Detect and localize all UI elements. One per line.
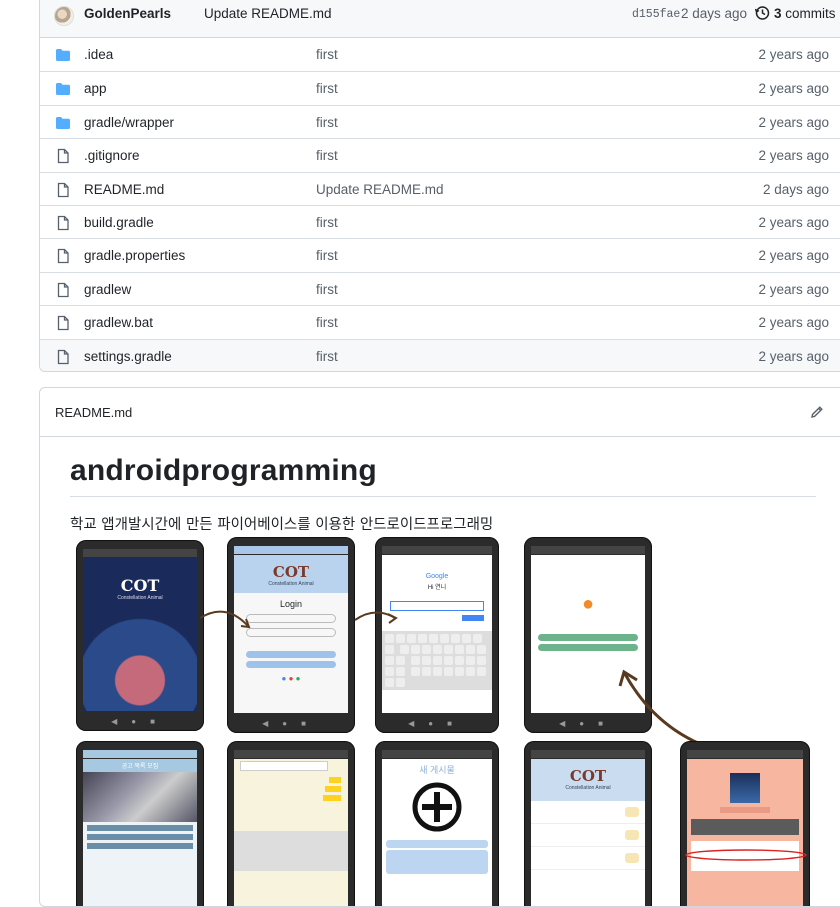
file-row[interactable]: .gitignore first 2 years ago xyxy=(40,138,840,171)
file-name[interactable]: .idea xyxy=(84,47,113,62)
file-icon xyxy=(55,315,71,331)
avatar[interactable] xyxy=(54,6,74,26)
file-row[interactable]: gradlew first 2 years ago xyxy=(40,271,840,305)
main-button-1[interactable] xyxy=(538,634,638,641)
google-next-button[interactable] xyxy=(462,615,484,621)
login-password-field[interactable] xyxy=(246,628,336,637)
folder-icon xyxy=(55,81,71,97)
file-name[interactable]: gradle/wrapper xyxy=(84,115,174,130)
file-commit-message[interactable]: first xyxy=(316,115,338,130)
file-commit-message[interactable]: first xyxy=(316,81,338,96)
commits-label: commits xyxy=(785,6,836,21)
screenshot-user-list: COT Constellation Animal xyxy=(524,741,652,906)
pencil-icon[interactable] xyxy=(809,404,825,420)
file-commit-message[interactable]: first xyxy=(316,349,338,364)
file-name[interactable]: app xyxy=(84,81,107,96)
screenshot-profile xyxy=(680,741,810,906)
user-list-app-name: Constellation Animal xyxy=(565,785,611,791)
file-name[interactable]: build.gradle xyxy=(84,215,154,230)
file-commit-message[interactable]: first xyxy=(316,315,338,330)
file-age: 2 years ago xyxy=(758,315,829,331)
file-row[interactable]: build.gradle first 2 years ago xyxy=(40,204,840,238)
user-list-logo: COT xyxy=(569,767,607,785)
readme-paragraph: 학교 앱개발시간에 만든 파이어베이스를 이용한 안드로이드프로그래밍 xyxy=(70,517,494,533)
commit-author[interactable]: GoldenPearls xyxy=(84,6,171,21)
splash-app-name: Constellation Animal xyxy=(117,595,163,601)
google-greeting: Hi 연니 xyxy=(427,585,447,591)
readme-header: README.md xyxy=(40,388,840,437)
commits-count: 3 xyxy=(774,6,782,21)
new-post-title: 새 게시물 xyxy=(419,765,455,775)
file-rows: .idea first 2 years ago app first 2 years ago… xyxy=(40,38,840,371)
file-row[interactable]: gradle/wrapper first 2 years ago xyxy=(40,104,840,138)
screenshot-new-post: 새 게시물 xyxy=(375,741,499,906)
file-name[interactable]: settings.gradle xyxy=(84,349,172,364)
login-email-field[interactable] xyxy=(246,614,336,623)
file-row[interactable]: .idea first 2 years ago xyxy=(40,38,840,71)
file-commit-message[interactable]: first xyxy=(316,47,338,62)
file-name[interactable]: README.md xyxy=(84,182,164,197)
file-row[interactable]: README.md Update README.md 2 days ago xyxy=(40,171,840,205)
file-age: 2 days ago xyxy=(762,181,829,197)
commit-message[interactable]: Update README.md xyxy=(204,6,332,21)
file-icon xyxy=(55,349,71,365)
history-icon[interactable] xyxy=(754,5,770,21)
readme-box: README.md androidprogramming 학교 앱개발시간에 만… xyxy=(39,387,840,907)
file-row[interactable]: settings.gradle first 2 years ago xyxy=(40,338,840,371)
google-label: Google xyxy=(425,573,449,580)
login-app-name: Constellation Animal xyxy=(268,581,314,587)
latest-commit-bar: GoldenPearls Update README.md d155fae 2 … xyxy=(40,0,840,38)
arrow-icon xyxy=(354,611,398,624)
commits-link[interactable]: 3 commits xyxy=(774,6,836,21)
login-logo: COT xyxy=(272,563,310,581)
file-commit-message[interactable]: first xyxy=(316,282,338,297)
file-name[interactable]: gradlew xyxy=(84,282,131,297)
file-age: 2 years ago xyxy=(758,214,829,230)
google-password-field[interactable] xyxy=(390,601,484,611)
file-list-box: GoldenPearls Update README.md d155fae 2 … xyxy=(39,0,840,372)
file-name[interactable]: gradle.properties xyxy=(84,248,185,263)
main-button-2[interactable] xyxy=(538,644,638,651)
file-icon xyxy=(55,282,71,298)
commit-time: 2 days ago xyxy=(681,6,748,21)
file-commit-message[interactable]: Update README.md xyxy=(316,182,444,197)
file-icon xyxy=(55,215,71,231)
file-commit-message[interactable]: first xyxy=(316,215,338,230)
file-age: 2 years ago xyxy=(758,81,829,97)
file-commit-message[interactable]: first xyxy=(316,248,338,263)
file-age: 2 years ago xyxy=(758,281,829,297)
file-name[interactable]: gradlew.bat xyxy=(84,315,153,330)
screenshot-board-list: 공고 목록 모집 xyxy=(76,741,204,906)
arrow-icon xyxy=(199,610,251,629)
login-button[interactable] xyxy=(246,651,336,658)
commit-sha[interactable]: d155fae xyxy=(632,8,680,21)
file-row[interactable]: app first 2 years ago xyxy=(40,71,840,104)
splash-logo: COT xyxy=(120,576,160,595)
readme-file-title[interactable]: README.md xyxy=(55,405,132,420)
board-top-title: 공고 목록 모집 xyxy=(83,759,197,772)
file-row[interactable]: gradlew.bat first 2 years ago xyxy=(40,305,840,338)
file-row[interactable]: gradle.properties first 2 years ago xyxy=(40,238,840,271)
file-age: 2 years ago xyxy=(758,148,829,164)
file-age: 2 years ago xyxy=(758,47,829,62)
folder-icon xyxy=(55,115,71,131)
screenshot-splash: COT Constellation Animal ◀●■ xyxy=(76,540,204,731)
folder-icon xyxy=(55,47,71,63)
file-age: 2 years ago xyxy=(758,348,829,364)
file-age: 2 years ago xyxy=(758,114,829,130)
plus-circle-icon[interactable] xyxy=(382,782,492,832)
file-age: 2 years ago xyxy=(758,248,829,264)
file-icon xyxy=(55,248,71,264)
screenshot-chat xyxy=(227,741,355,906)
keyboard[interactable] xyxy=(382,631,492,690)
file-icon xyxy=(55,148,71,164)
readme-heading: androidprogramming xyxy=(70,454,816,497)
file-commit-message[interactable]: first xyxy=(316,148,338,163)
file-name[interactable]: .gitignore xyxy=(84,148,140,163)
signup-button[interactable] xyxy=(246,661,336,668)
file-icon xyxy=(55,182,71,198)
orange-mascot-icon: ● xyxy=(581,593,595,615)
